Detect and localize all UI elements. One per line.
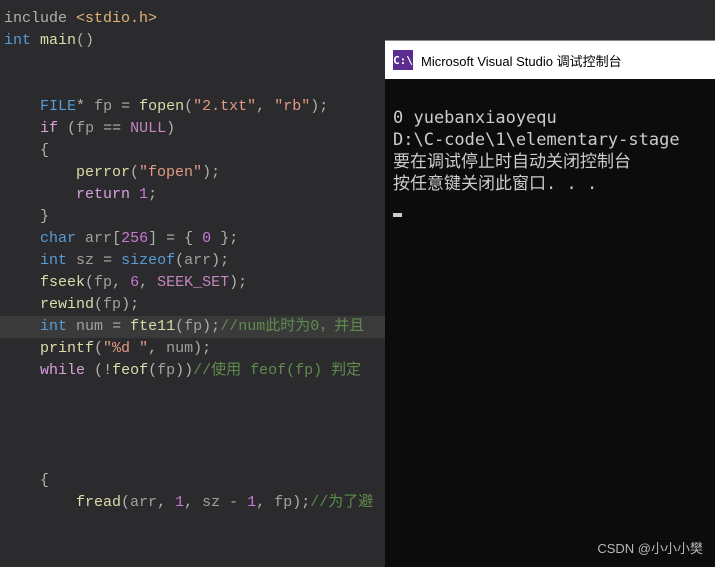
vs-icon: C:\: [393, 50, 413, 70]
console-output: 0 yuebanxiaoyequ D:\C-code\1\elementary-…: [385, 79, 715, 223]
debug-console-window[interactable]: C:\ Microsoft Visual Studio 调试控制台 0 yueb…: [385, 40, 715, 567]
console-title: Microsoft Visual Studio 调试控制台: [421, 51, 622, 70]
code-line: include <stdio.h>: [0, 8, 715, 30]
console-titlebar[interactable]: C:\ Microsoft Visual Studio 调试控制台: [385, 41, 715, 79]
watermark: CSDN @小小小樊: [597, 538, 703, 557]
console-cursor: [393, 213, 402, 217]
